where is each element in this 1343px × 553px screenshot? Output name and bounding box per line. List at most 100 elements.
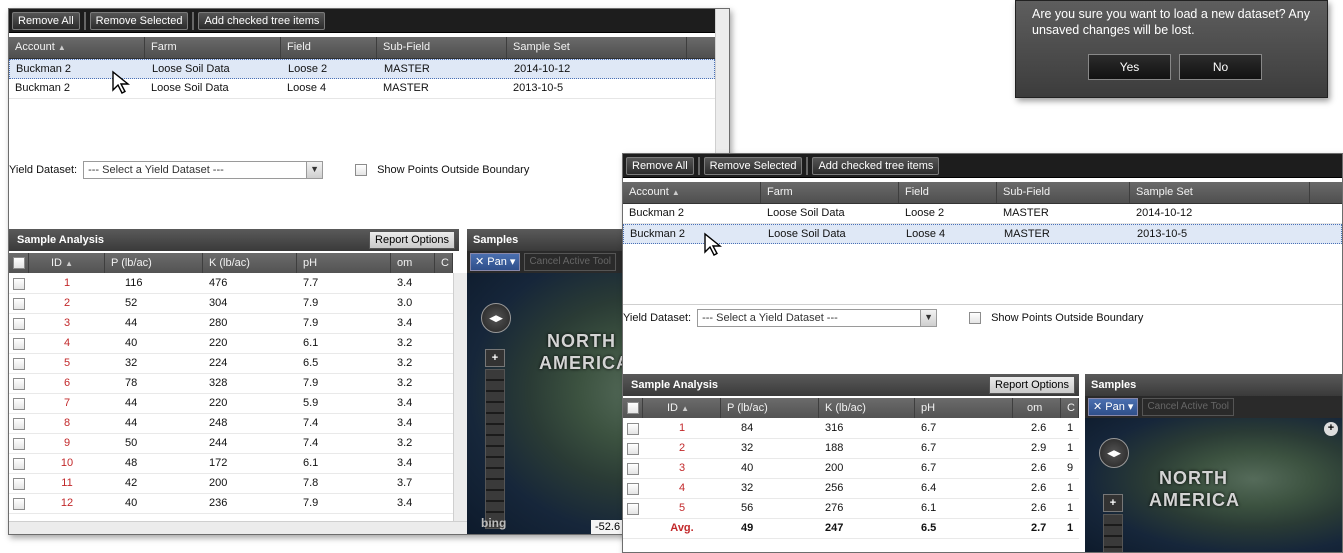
table-row[interactable]: 2 32 188 6.7 2.9 1 bbox=[623, 439, 1079, 459]
analysis-hscrollbar[interactable] bbox=[9, 521, 467, 534]
row-checkbox[interactable] bbox=[627, 462, 639, 475]
column-sub-field[interactable]: Sub-Field bbox=[377, 37, 507, 58]
report-options-button[interactable]: Report Options bbox=[989, 376, 1075, 394]
row-checkbox[interactable] bbox=[13, 477, 25, 490]
row-checkbox[interactable] bbox=[13, 277, 25, 290]
grid-row[interactable]: Buckman 2 Loose Soil Data Loose 2 MASTER… bbox=[623, 204, 1342, 224]
row-checkbox[interactable] bbox=[13, 417, 25, 430]
column-id[interactable]: ID ▲ bbox=[29, 253, 105, 273]
table-row[interactable]: 4 32 256 6.4 2.6 1 bbox=[623, 479, 1079, 499]
row-checkbox[interactable] bbox=[13, 377, 25, 390]
yield-dataset-select[interactable]: --- Select a Yield Dataset --- ▼ bbox=[697, 309, 938, 327]
table-row[interactable]: 6 78 328 7.9 3.2 bbox=[9, 374, 453, 394]
zoom-slider[interactable] bbox=[485, 369, 505, 529]
remove-selected-button[interactable]: Remove Selected bbox=[89, 11, 189, 30]
row-checkbox[interactable] bbox=[13, 497, 25, 510]
satellite-map[interactable]: ◀▶ + + NORTH AMERICA bbox=[1085, 418, 1342, 552]
column-om[interactable]: om bbox=[391, 253, 435, 273]
column-farm[interactable]: Farm bbox=[145, 37, 281, 58]
cell-field: Loose 4 bbox=[906, 228, 946, 240]
show-points-checkbox[interactable] bbox=[969, 312, 982, 324]
column-ph[interactable]: pH bbox=[297, 253, 391, 273]
table-row[interactable]: 3 40 200 6.7 2.6 9 bbox=[623, 459, 1079, 479]
zoom-in-icon[interactable]: + bbox=[485, 349, 505, 367]
grid-row[interactable]: Buckman 2 Loose Soil Data Loose 4 MASTER… bbox=[623, 224, 1342, 244]
column-farm[interactable]: Farm bbox=[761, 182, 899, 203]
row-checkbox[interactable] bbox=[627, 422, 639, 435]
row-checkbox-cell bbox=[623, 439, 643, 458]
column-field[interactable]: Field bbox=[899, 182, 997, 203]
table-row[interactable]: 1 84 316 6.7 2.6 1 bbox=[623, 419, 1079, 439]
row-checkbox[interactable] bbox=[13, 337, 25, 350]
cell-sub-field: MASTER bbox=[383, 82, 429, 94]
add-checked-tree-items-button[interactable]: Add checked tree items bbox=[812, 156, 940, 175]
row-checkbox[interactable] bbox=[13, 397, 25, 410]
table-row[interactable]: 7 44 220 5.9 3.4 bbox=[9, 394, 453, 414]
column-sample-set[interactable]: Sample Set bbox=[507, 37, 687, 58]
row-checkbox[interactable] bbox=[627, 502, 639, 515]
cell-field: Loose 4 bbox=[287, 82, 327, 94]
table-row[interactable]: 11 42 200 7.8 3.7 bbox=[9, 474, 453, 494]
column-field[interactable]: Field bbox=[281, 37, 377, 58]
remove-selected-button[interactable]: Remove Selected bbox=[703, 156, 803, 175]
table-row[interactable]: 5 32 224 6.5 3.2 bbox=[9, 354, 453, 374]
zoom-slider[interactable] bbox=[1103, 514, 1123, 552]
select-all-checkbox[interactable] bbox=[12, 257, 25, 269]
column-sub-field[interactable]: Sub-Field bbox=[997, 182, 1130, 203]
zoom-in-icon[interactable]: + bbox=[1103, 494, 1123, 512]
table-row[interactable]: 4 40 220 6.1 3.2 bbox=[9, 334, 453, 354]
analysis-scrollbar[interactable] bbox=[453, 273, 467, 521]
column-c[interactable]: C bbox=[1061, 398, 1079, 418]
row-checkbox[interactable] bbox=[13, 297, 25, 310]
cell-ph: 6.7 bbox=[921, 422, 937, 434]
report-options-button[interactable]: Report Options bbox=[369, 231, 455, 249]
cell-ph: 6.5 bbox=[303, 357, 319, 369]
table-row[interactable]: 3 44 280 7.9 3.4 bbox=[9, 314, 453, 334]
pan-control-icon[interactable]: ◀▶ bbox=[481, 303, 511, 333]
table-row[interactable]: 1 116 476 7.7 3.4 bbox=[9, 274, 453, 294]
column-p[interactable]: P (lb/ac) bbox=[105, 253, 203, 273]
add-checked-tree-items-button[interactable]: Add checked tree items bbox=[198, 11, 326, 30]
column-ph[interactable]: pH bbox=[915, 398, 1013, 418]
row-checkbox[interactable] bbox=[13, 457, 25, 470]
cell-p: 40 bbox=[125, 337, 138, 349]
cancel-active-tool-button[interactable]: Cancel Active Tool bbox=[1142, 398, 1234, 416]
pan-button[interactable]: ✕ Pan ▾ bbox=[470, 253, 521, 271]
yield-dataset-select[interactable]: --- Select a Yield Dataset --- ▼ bbox=[83, 161, 324, 179]
column-account[interactable]: Account ▲ bbox=[623, 182, 761, 203]
column-id[interactable]: ID ▲ bbox=[643, 398, 721, 418]
cell-field: Loose 2 bbox=[905, 207, 945, 219]
remove-all-button[interactable]: Remove All bbox=[12, 11, 80, 30]
no-button[interactable]: No bbox=[1179, 54, 1262, 80]
select-all-checkbox[interactable] bbox=[626, 402, 639, 414]
table-row[interactable]: 2 52 304 7.9 3.0 bbox=[9, 294, 453, 314]
table-row[interactable]: 8 44 248 7.4 3.4 bbox=[9, 414, 453, 434]
row-checkbox[interactable] bbox=[13, 317, 25, 330]
show-points-checkbox[interactable] bbox=[355, 164, 368, 176]
yes-button[interactable]: Yes bbox=[1088, 54, 1171, 80]
row-checkbox[interactable] bbox=[13, 437, 25, 450]
row-checkbox-cell bbox=[9, 454, 29, 473]
cell-om: 3.2 bbox=[397, 437, 413, 449]
table-row[interactable]: 12 40 236 7.9 3.4 bbox=[9, 494, 453, 514]
cell-k: 304 bbox=[209, 297, 228, 309]
remove-all-button[interactable]: Remove All bbox=[626, 156, 694, 175]
table-row[interactable]: 9 50 244 7.4 3.2 bbox=[9, 434, 453, 454]
column-account[interactable]: Account ▲ bbox=[9, 37, 145, 58]
row-checkbox[interactable] bbox=[627, 482, 639, 495]
column-k[interactable]: K (lb/ac) bbox=[203, 253, 297, 273]
column-c[interactable]: C bbox=[435, 253, 453, 273]
table-row[interactable]: 10 48 172 6.1 3.4 bbox=[9, 454, 453, 474]
pan-button[interactable]: ✕ Pan ▾ bbox=[1088, 398, 1139, 416]
column-sample-set[interactable]: Sample Set bbox=[1130, 182, 1310, 203]
row-checkbox[interactable] bbox=[627, 442, 639, 455]
row-checkbox[interactable] bbox=[13, 357, 25, 370]
column-k[interactable]: K (lb/ac) bbox=[819, 398, 915, 418]
row-checkbox-cell bbox=[9, 374, 29, 393]
pan-control-icon[interactable]: ◀▶ bbox=[1099, 438, 1129, 468]
column-p[interactable]: P (lb/ac) bbox=[721, 398, 819, 418]
zoom-plus-icon[interactable]: + bbox=[1324, 422, 1338, 436]
column-om[interactable]: om bbox=[1013, 398, 1061, 418]
cancel-active-tool-button[interactable]: Cancel Active Tool bbox=[524, 253, 616, 271]
table-row[interactable]: 5 56 276 6.1 2.6 1 bbox=[623, 499, 1079, 519]
